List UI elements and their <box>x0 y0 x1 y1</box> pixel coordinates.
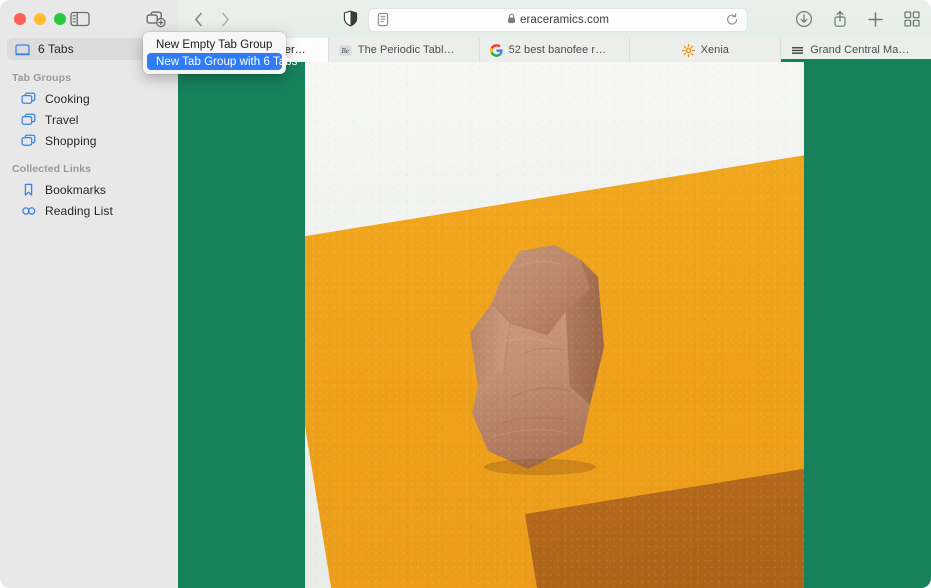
zoom-window-button[interactable] <box>54 13 66 25</box>
clay-photograph <box>305 62 804 588</box>
share-icon[interactable] <box>830 10 849 29</box>
tab-label: The Periodic Tabl… <box>358 44 455 56</box>
address-bar[interactable]: eraceramics.com <box>368 8 748 32</box>
menu-item-new-tab-group-with-tabs[interactable]: New Tab Group with 6 Tabs <box>147 53 282 70</box>
downloads-icon[interactable] <box>794 10 813 29</box>
clay-block <box>462 237 627 477</box>
browser-toolbar: eraceramics.com <box>178 0 931 38</box>
back-button[interactable] <box>189 10 207 28</box>
forward-button[interactable] <box>216 10 234 28</box>
tab-xenia[interactable]: Xenia <box>630 38 781 62</box>
tab-label: Xenia <box>701 44 729 56</box>
reading-list-icon <box>21 203 36 218</box>
safari-window: 6 Tabs Tab Groups Cooking <box>0 0 931 588</box>
sidebar-item-cooking[interactable]: Cooking <box>7 88 171 109</box>
tab-banoffee-recipes[interactable]: 52 best banofee r… <box>480 38 631 62</box>
new-tab-icon[interactable] <box>866 10 885 29</box>
sidebar-item-reading-list[interactable]: Reading List <box>7 200 171 221</box>
grand-central-icon <box>791 44 804 57</box>
sidebar-toggle-icon[interactable] <box>70 11 90 27</box>
reload-icon[interactable] <box>726 13 739 27</box>
tab-label: 52 best banofee r… <box>509 44 607 56</box>
privacy-shield-icon[interactable] <box>342 10 359 27</box>
tab-group-icon <box>21 133 36 148</box>
tab-label: Grand Central Ma… <box>810 44 909 56</box>
sidebar-item-current-tabs-label: 6 Tabs <box>38 42 74 56</box>
address-bar-url: eraceramics.com <box>520 14 609 26</box>
sidebar: 6 Tabs Tab Groups Cooking <box>0 0 178 588</box>
close-window-button[interactable] <box>14 13 26 25</box>
new-tab-group-menu: New Empty Tab Group New Tab Group with 6… <box>143 32 286 74</box>
svg-text:Be: Be <box>341 47 348 55</box>
sidebar-item-bookmarks-label: Bookmarks <box>45 183 106 197</box>
periodic-table-icon: Be <box>339 44 352 57</box>
tab-overview-icon[interactable] <box>902 10 921 29</box>
sidebar-item-reading-list-label: Reading List <box>45 204 113 218</box>
sidebar-item-shopping[interactable]: Shopping <box>7 130 171 151</box>
google-icon <box>490 44 503 57</box>
tabs-overview-icon <box>15 42 30 57</box>
sidebar-section-title-collected-links: Collected Links <box>0 151 178 179</box>
minimize-window-button[interactable] <box>34 13 46 25</box>
tab-group-icon <box>21 91 36 106</box>
lock-icon <box>507 11 516 29</box>
xenia-sun-icon <box>682 44 695 57</box>
tab-group-icon <box>21 112 36 127</box>
sidebar-item-cooking-label: Cooking <box>45 92 90 106</box>
chevron-left-icon <box>194 12 203 27</box>
sidebar-item-bookmarks[interactable]: Bookmarks <box>7 179 171 200</box>
new-tab-group-button[interactable] <box>146 11 166 28</box>
sidebar-item-shopping-label: Shopping <box>45 134 97 148</box>
toolbar-right-icons <box>794 0 921 38</box>
traffic-lights <box>14 13 66 25</box>
sidebar-item-travel-label: Travel <box>45 113 79 127</box>
sidebar-item-travel[interactable]: Travel <box>7 109 171 130</box>
chevron-right-icon <box>221 12 230 27</box>
bookmark-icon <box>21 182 36 197</box>
tab-periodic-table[interactable]: Be The Periodic Tabl… <box>329 38 480 62</box>
menu-item-new-empty-tab-group[interactable]: New Empty Tab Group <box>147 36 282 53</box>
tab-grand-central-market[interactable]: Grand Central Ma… <box>781 38 931 62</box>
page-content <box>178 62 931 588</box>
